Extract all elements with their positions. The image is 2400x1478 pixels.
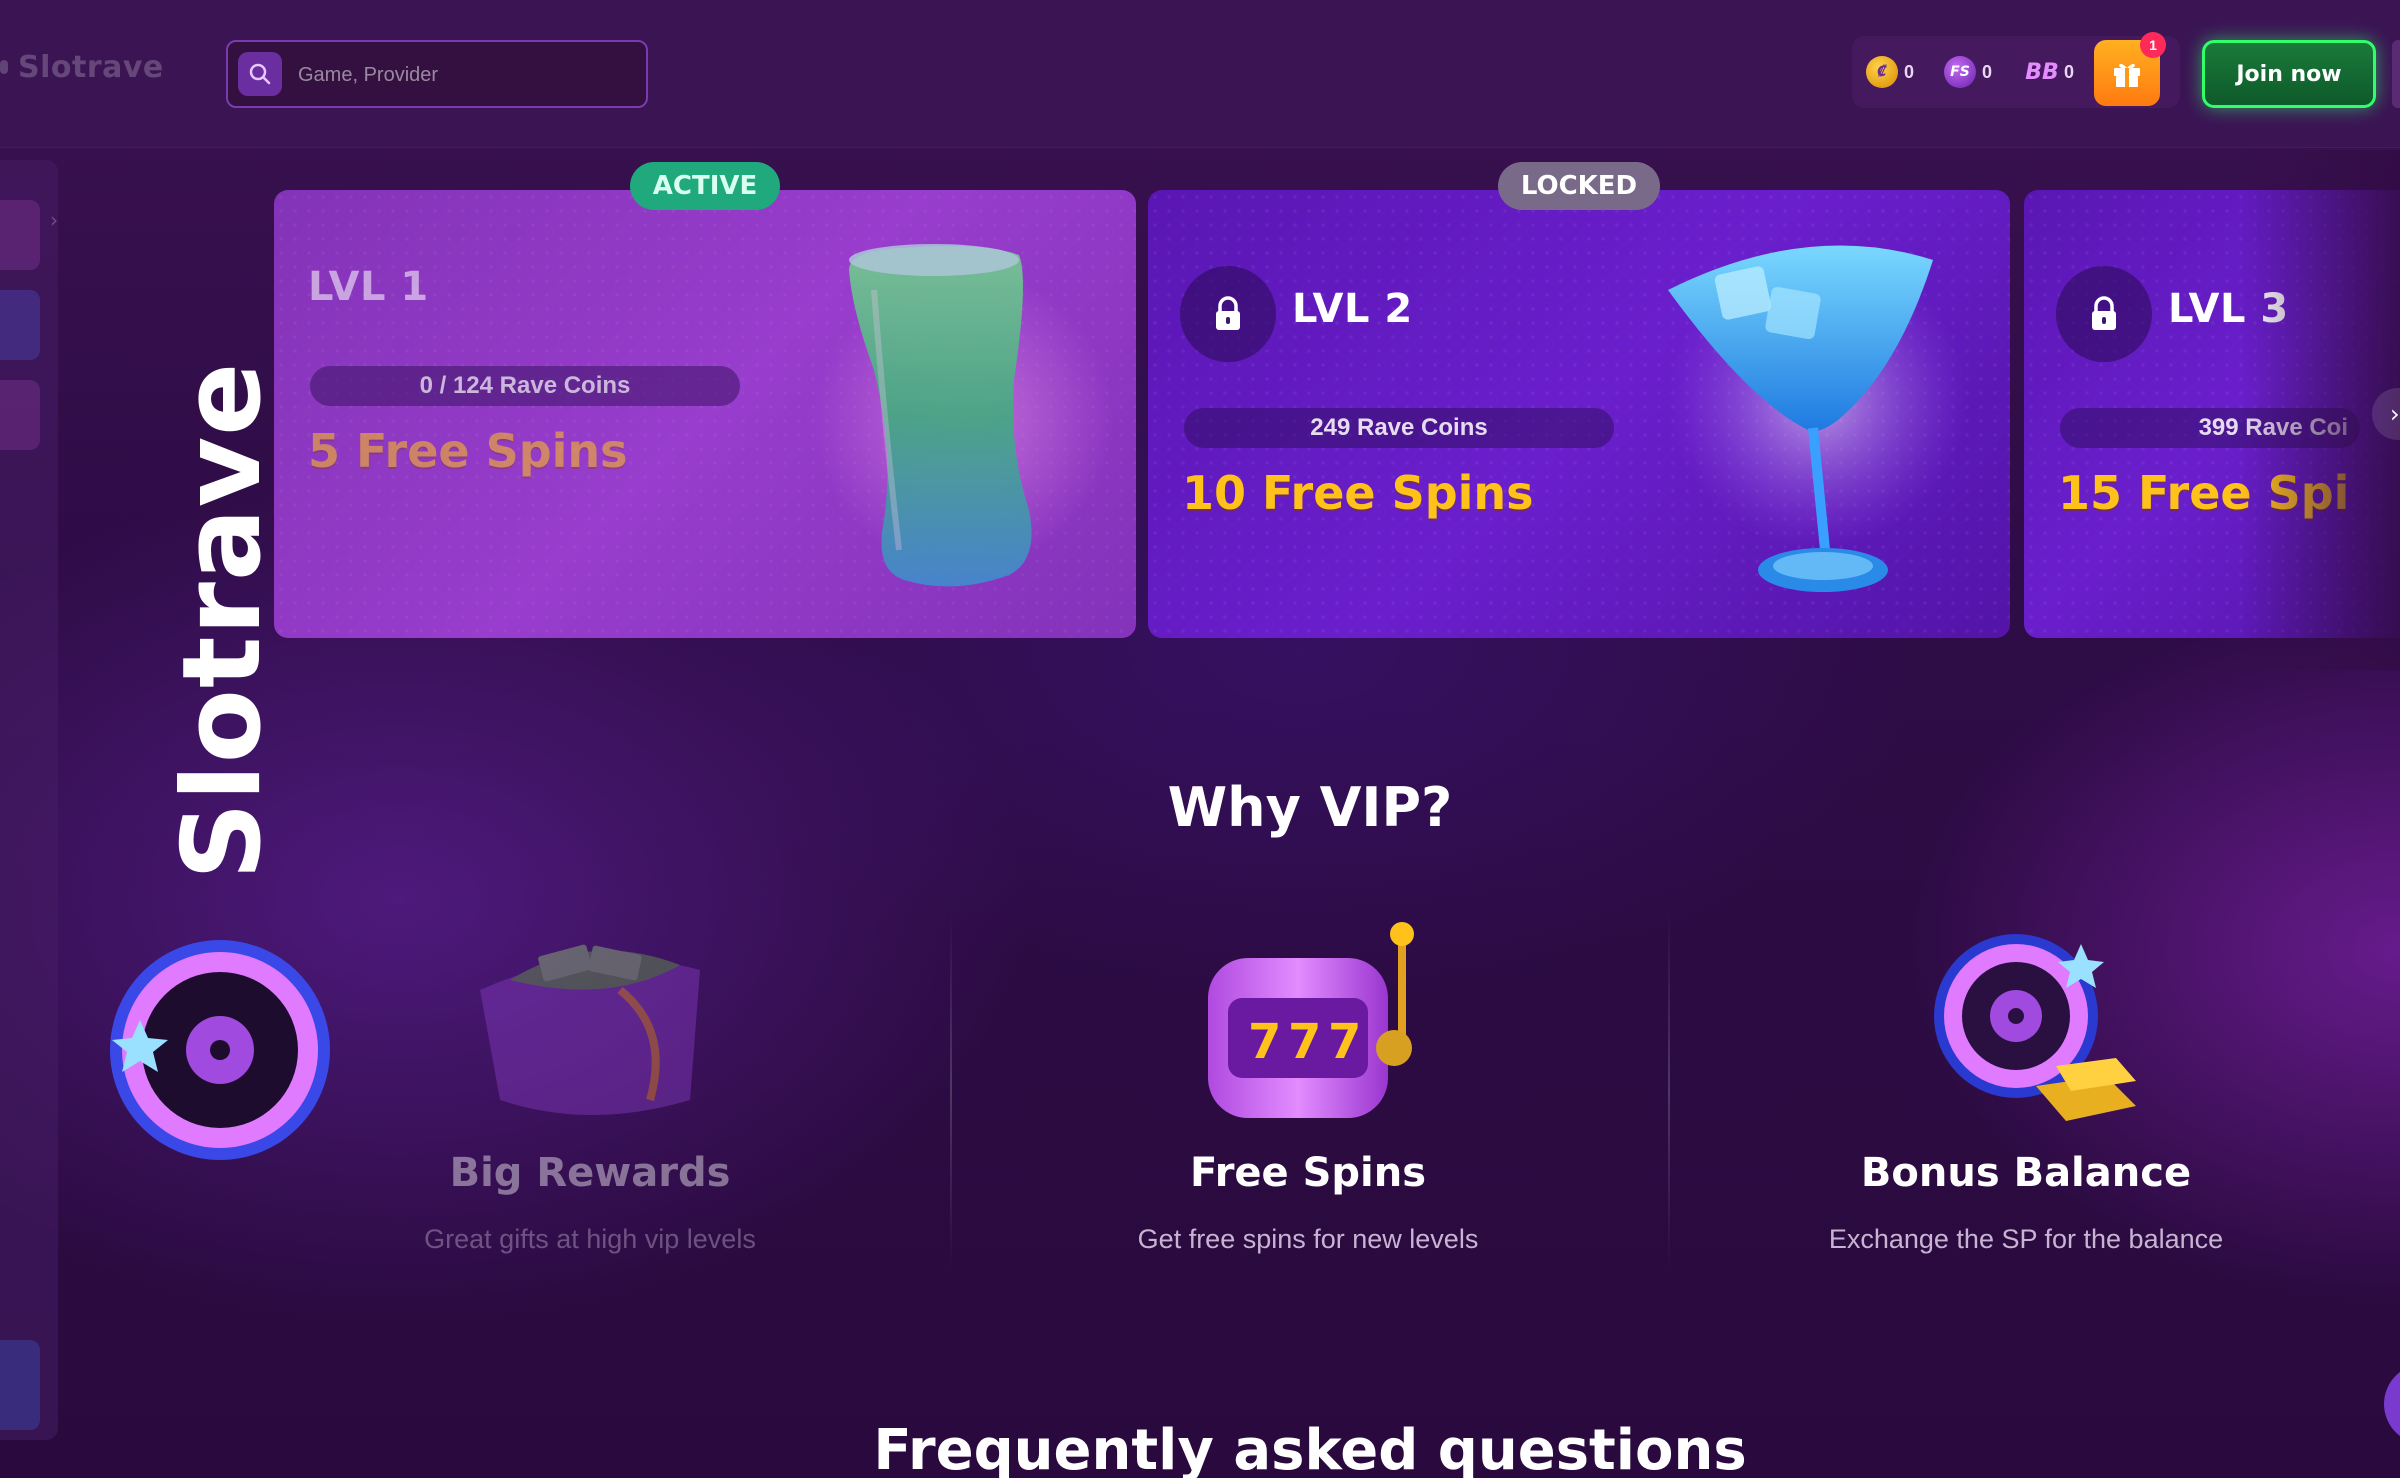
search-input[interactable] bbox=[298, 60, 628, 90]
search-icon[interactable] bbox=[238, 52, 282, 96]
card-fade-overlay bbox=[274, 190, 1136, 638]
level-card-1[interactable]: LVL 1 0 / 124 Rave Coins 5 Free Spins bbox=[274, 190, 1136, 638]
level-reward: 5 Free Spins bbox=[308, 424, 628, 478]
feature-title: Bonus Balance bbox=[1860, 1150, 2192, 1196]
disc-gold-bars-icon bbox=[1934, 934, 2136, 1121]
free-spins-balance[interactable]: FS 0 bbox=[1944, 56, 1992, 88]
svg-text:7: 7 bbox=[1328, 1014, 1361, 1070]
watermark-disc-icon bbox=[110, 940, 330, 1160]
svg-text:7: 7 bbox=[1288, 1014, 1321, 1070]
sidebar-promo[interactable] bbox=[0, 1340, 40, 1430]
join-now-button[interactable]: Join now bbox=[2202, 40, 2376, 108]
feature-divider bbox=[1668, 910, 1670, 1270]
gift-count-badge: 1 bbox=[2140, 32, 2166, 58]
faq-heading: Frequently asked questions bbox=[873, 1418, 1747, 1478]
feature-title: Big Rewards bbox=[449, 1150, 731, 1196]
rave-coins-balance[interactable]: ₡ 0 bbox=[1866, 56, 1914, 88]
bonus-balance-balance[interactable]: BB 0 bbox=[2025, 56, 2074, 88]
level-title: LVL 1 bbox=[308, 264, 429, 310]
site-logo[interactable]: Slotrave bbox=[18, 50, 164, 85]
lock-icon bbox=[1180, 266, 1276, 362]
level-title: LVL 2 bbox=[1292, 286, 1413, 332]
sidebar-item[interactable] bbox=[0, 290, 40, 360]
rave-coins-progress: 0 / 124 Rave Coins bbox=[310, 366, 740, 406]
level-reward: 10 Free Spins bbox=[1182, 466, 1534, 520]
active-status-badge: ACTIVE bbox=[630, 162, 780, 210]
feature-description: Exchange the SP for the balance bbox=[1828, 1224, 2224, 1254]
sidebar-item[interactable] bbox=[0, 380, 40, 450]
feature-title: Free Spins bbox=[1189, 1150, 1427, 1196]
top-bar: Slotrave ₡ 0 FS 0 BB 0 bbox=[0, 0, 2400, 148]
level-card-2[interactable]: LVL 2 249 Rave Coins 10 Free Spins bbox=[1148, 190, 2010, 638]
rave-coins-required: 249 Rave Coins bbox=[1184, 408, 1614, 448]
vip-page: Slotrave ₡ 0 FS 0 BB 0 bbox=[0, 0, 2400, 1478]
locked-status-badge: LOCKED bbox=[1498, 162, 1660, 210]
feature-description: Get free spins for new levels bbox=[1137, 1224, 1479, 1254]
sidebar-item[interactable] bbox=[0, 200, 40, 270]
gift-icon bbox=[2114, 63, 2140, 87]
free-spins-icon: FS bbox=[1944, 56, 1976, 88]
lock-icon bbox=[2056, 266, 2152, 362]
sidebar-expand-chevron-icon[interactable]: › bbox=[50, 208, 58, 232]
money-bag-icon bbox=[480, 944, 700, 1115]
why-vip-heading: Why VIP? bbox=[1167, 776, 1453, 839]
martini-glass-image bbox=[1668, 245, 1968, 592]
rave-coin-icon: ₡ bbox=[1866, 56, 1898, 88]
search-box[interactable] bbox=[226, 40, 648, 108]
slotrave-watermark: Slotrave bbox=[160, 361, 285, 880]
feature-description: Great gifts at high vip levels bbox=[424, 1224, 756, 1254]
slot-machine-icon: 7 7 7 bbox=[1208, 922, 1414, 1118]
logo-mark bbox=[0, 60, 8, 74]
header-edge-button[interactable] bbox=[2392, 40, 2400, 108]
svg-text:7: 7 bbox=[1248, 1014, 1281, 1070]
feature-divider bbox=[950, 910, 952, 1270]
bonus-balance-icon: BB bbox=[2025, 59, 2059, 85]
